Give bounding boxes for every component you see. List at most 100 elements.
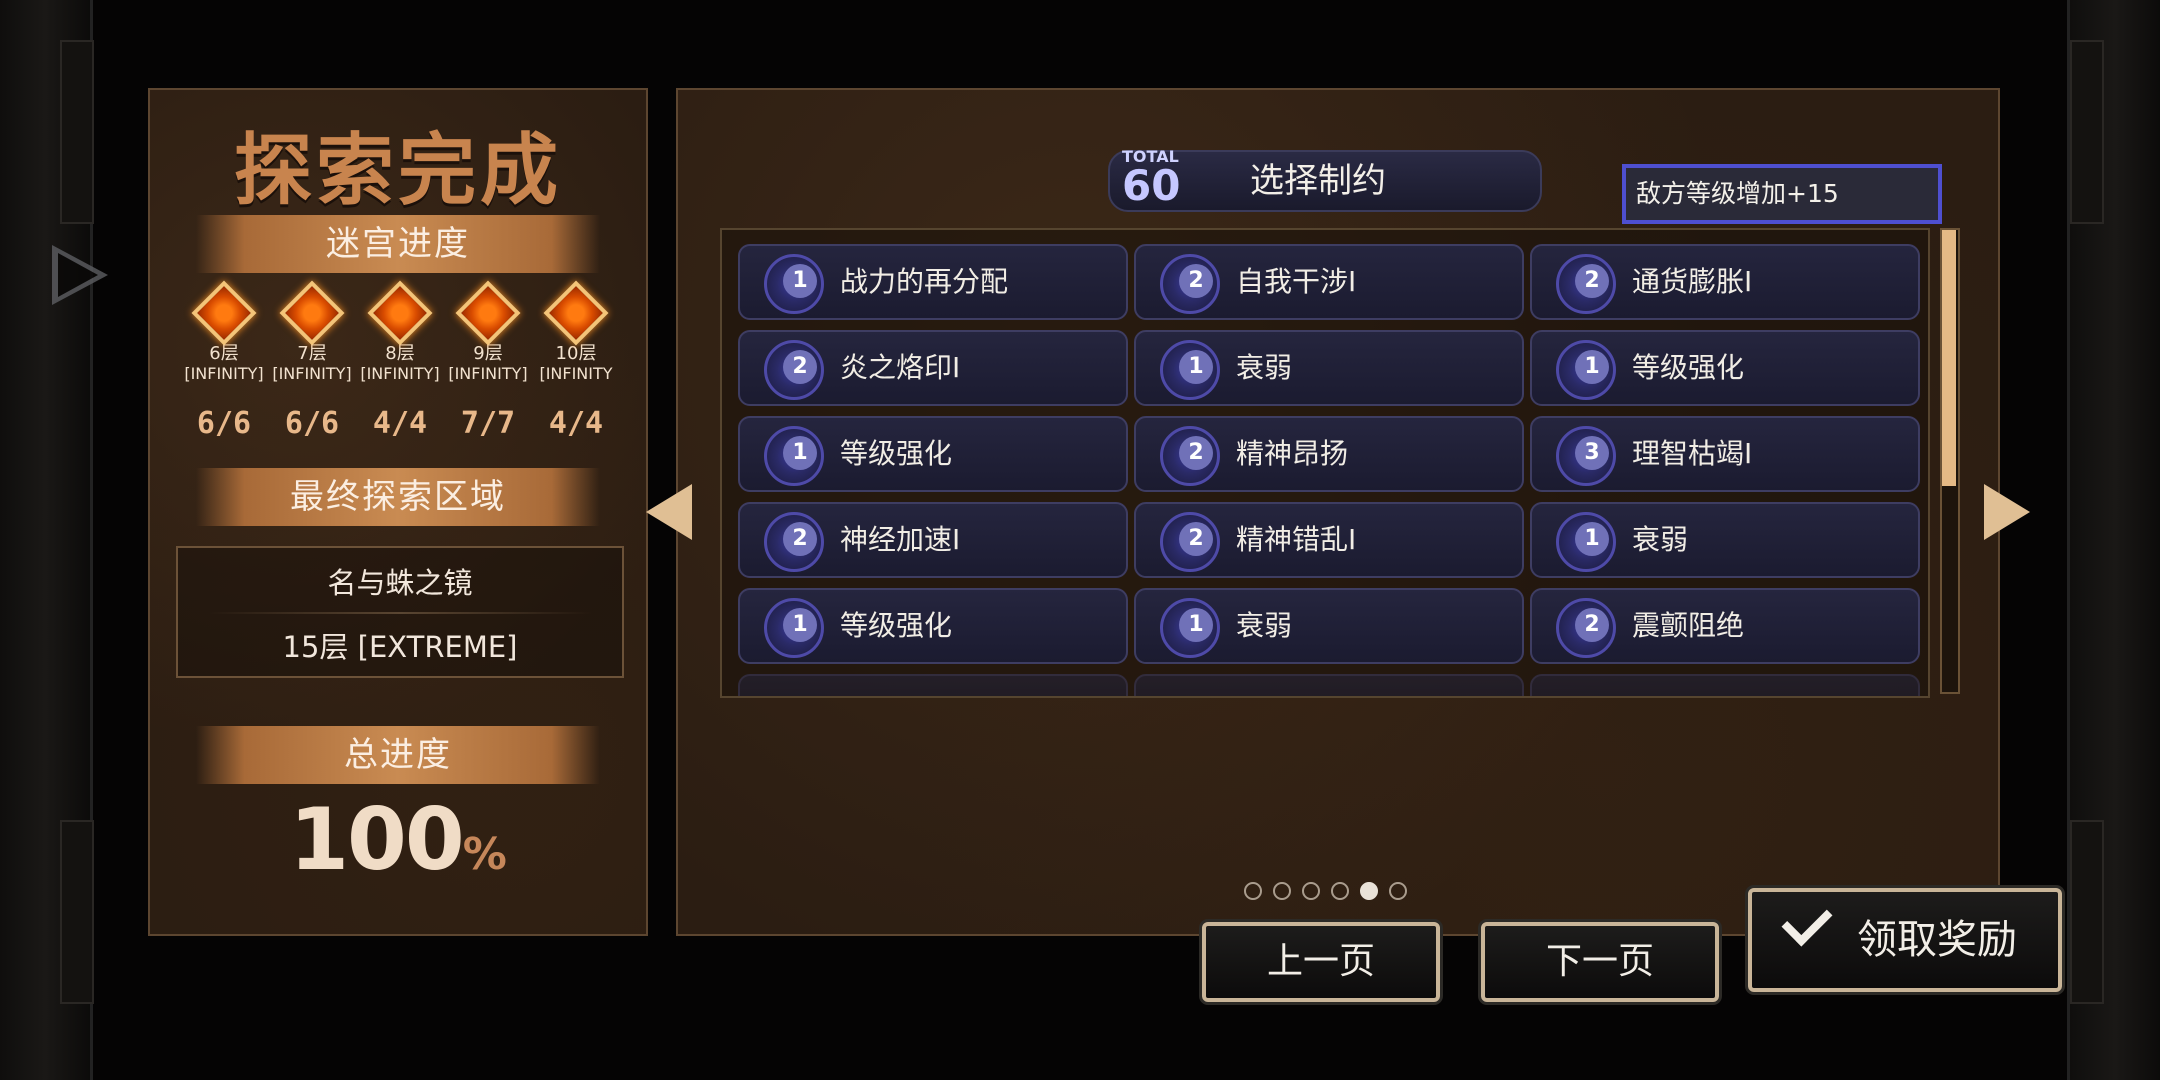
total-progress-banner: 总进度 — [196, 726, 600, 784]
divider — [208, 612, 592, 614]
prev-page-button[interactable]: 上一页 — [1202, 922, 1440, 1002]
constraint-level: 1 — [783, 436, 817, 470]
page-indicator — [1244, 882, 1407, 900]
total-progress-value: 100% — [150, 790, 646, 890]
constraint-tile[interactable]: 2 精神错乱Ⅰ — [1134, 502, 1524, 578]
left-frame — [0, 0, 94, 1080]
right-frame-notch — [2070, 40, 2104, 224]
page-dot[interactable] — [1273, 882, 1291, 900]
next-page-button[interactable]: 下一页 — [1481, 922, 1719, 1002]
floor-gem-icon — [367, 280, 433, 346]
floor-name: 6层 — [209, 343, 239, 364]
right-frame — [2067, 0, 2160, 1080]
constraint-label: 衰弱 — [1236, 351, 1293, 384]
floor-count: 6/6 — [284, 406, 340, 441]
constraint-title: 选择制约 — [1250, 161, 1386, 201]
floor-name: 9层 — [473, 343, 503, 364]
constraint-label: 自我干涉Ⅰ — [1236, 265, 1357, 298]
constraint-label: 神经加速Ⅰ — [840, 523, 961, 556]
final-area-floor: 15层 [EXTREME] — [282, 630, 518, 664]
floor-gem-icon — [543, 280, 609, 346]
floor-list: 6层 [INFINITY] 6/6 7层 [INFINITY] 6/6 8层 [… — [180, 280, 620, 441]
selected-constraint-display[interactable]: 敌方等级增加+15 — [1622, 164, 1942, 224]
page-dot[interactable] — [1331, 882, 1349, 900]
constraint-tile[interactable]: 2 炎之烙印Ⅰ — [738, 330, 1128, 406]
floor-gem-icon — [279, 280, 345, 346]
constraint-tile[interactable]: 1 衰弱 — [1134, 330, 1524, 406]
constraint-level: 2 — [783, 522, 817, 556]
floor-item: 8层 [INFINITY] 4/4 — [356, 280, 444, 441]
scrollbar-thumb[interactable] — [1942, 230, 1956, 486]
constraint-level: 2 — [1575, 608, 1609, 642]
floor-count: 4/4 — [372, 406, 428, 441]
right-frame-notch — [2070, 820, 2104, 1004]
exploration-summary-panel: 探索完成 迷宫进度 6层 [INFINITY] 6/6 7层 [INFINITY… — [148, 88, 648, 936]
constraint-tile[interactable]: 3 理智枯竭Ⅰ — [1530, 416, 1920, 492]
constraint-tile[interactable]: 1 等级强化 — [738, 416, 1128, 492]
maze-progress-banner: 迷宫进度 — [196, 215, 600, 273]
floor-count: 6/6 — [196, 406, 252, 441]
floor-name: 7层 — [297, 343, 327, 364]
constraint-label: 等级强化 — [840, 609, 953, 642]
floor-item: 7层 [INFINITY] 6/6 — [268, 280, 356, 441]
share-icon[interactable] — [52, 245, 108, 305]
constraint-tile-partial[interactable] — [738, 674, 1128, 696]
constraint-tile[interactable]: 1 战力的再分配 — [738, 244, 1128, 320]
constraint-tile-partial[interactable] — [1134, 674, 1524, 696]
claim-reward-button[interactable]: 领取奖励 — [1748, 888, 2062, 992]
left-frame-notch — [60, 40, 94, 224]
constraint-tile[interactable]: 2 精神昂扬 — [1134, 416, 1524, 492]
floor-item: 9层 [INFINITY] 7/7 — [444, 280, 532, 441]
constraint-label: 等级强化 — [840, 437, 953, 470]
floor-tier: [INFINITY] — [272, 364, 352, 383]
constraint-level: 1 — [1179, 350, 1213, 384]
constraint-level: 1 — [783, 608, 817, 642]
floor-name: 8层 — [385, 343, 415, 364]
total-progress-unit: % — [462, 829, 507, 880]
constraint-label: 理智枯竭Ⅰ — [1632, 437, 1753, 470]
constraint-label: 衰弱 — [1236, 609, 1293, 642]
constraint-label: 战力的再分配 — [840, 265, 1009, 298]
constraint-tile[interactable]: 1 等级强化 — [1530, 330, 1920, 406]
constraint-level: 1 — [1575, 350, 1609, 384]
constraint-tile[interactable]: 2 神经加速Ⅰ — [738, 502, 1128, 578]
page-dot[interactable] — [1389, 882, 1407, 900]
constraint-level: 1 — [1575, 522, 1609, 556]
floor-item: 6层 [INFINITY] 6/6 — [180, 280, 268, 441]
constraint-level: 1 — [1179, 608, 1213, 642]
floor-count: 4/4 — [548, 406, 604, 441]
total-value: 60 — [1122, 161, 1181, 210]
constraint-tile[interactable]: 1 等级强化 — [738, 588, 1128, 664]
constraint-label: 衰弱 — [1632, 523, 1689, 556]
constraint-tile[interactable]: 2 震颤阻绝 — [1530, 588, 1920, 664]
total-progress-number: 100 — [289, 790, 465, 890]
constraint-level: 3 — [1575, 436, 1609, 470]
constraint-label: 通货膨胀Ⅰ — [1632, 265, 1753, 298]
constraint-tile[interactable]: 2 自我干涉Ⅰ — [1134, 244, 1524, 320]
floor-gem-icon — [191, 280, 257, 346]
floor-item: 10层 [INFINITY 4/4 — [532, 280, 620, 441]
page-dot[interactable] — [1302, 882, 1320, 900]
constraint-tile[interactable]: 2 通货膨胀Ⅰ — [1530, 244, 1920, 320]
floor-tier: [INFINITY] — [360, 364, 440, 383]
constraint-level: 2 — [1179, 522, 1213, 556]
constraint-grid: 1 战力的再分配 2 自我干涉Ⅰ 2 通货膨胀Ⅰ 2 炎之烙印Ⅰ 1 衰弱 1 等级强化 1… — [738, 244, 1920, 696]
floor-tier: [INFINITY] — [184, 364, 264, 383]
constraint-label: 精神错乱Ⅰ — [1236, 523, 1357, 556]
page-dot[interactable] — [1244, 882, 1262, 900]
final-area-banner: 最终探索区域 — [196, 468, 600, 526]
constraint-header: TOTAL 60 选择制约 — [1108, 148, 1542, 212]
constraint-level: 2 — [1575, 264, 1609, 298]
constraint-tile[interactable]: 1 衰弱 — [1134, 588, 1524, 664]
total-badge: TOTAL 60 — [1122, 148, 1181, 210]
left-frame-notch — [60, 820, 94, 1004]
floor-tier: [INFINITY] — [448, 364, 528, 383]
prev-arrow-icon[interactable] — [646, 484, 692, 540]
constraint-level: 2 — [1179, 436, 1213, 470]
constraint-label: 精神昂扬 — [1236, 437, 1349, 470]
page-dot-active[interactable] — [1360, 882, 1378, 900]
constraint-tile[interactable]: 1 衰弱 — [1530, 502, 1920, 578]
next-arrow-icon[interactable] — [1984, 484, 2030, 540]
constraint-tile-partial[interactable] — [1530, 674, 1920, 696]
constraint-list[interactable]: 1 战力的再分配 2 自我干涉Ⅰ 2 通货膨胀Ⅰ 2 炎之烙印Ⅰ 1 衰弱 1 等级强化 1… — [720, 228, 1930, 698]
